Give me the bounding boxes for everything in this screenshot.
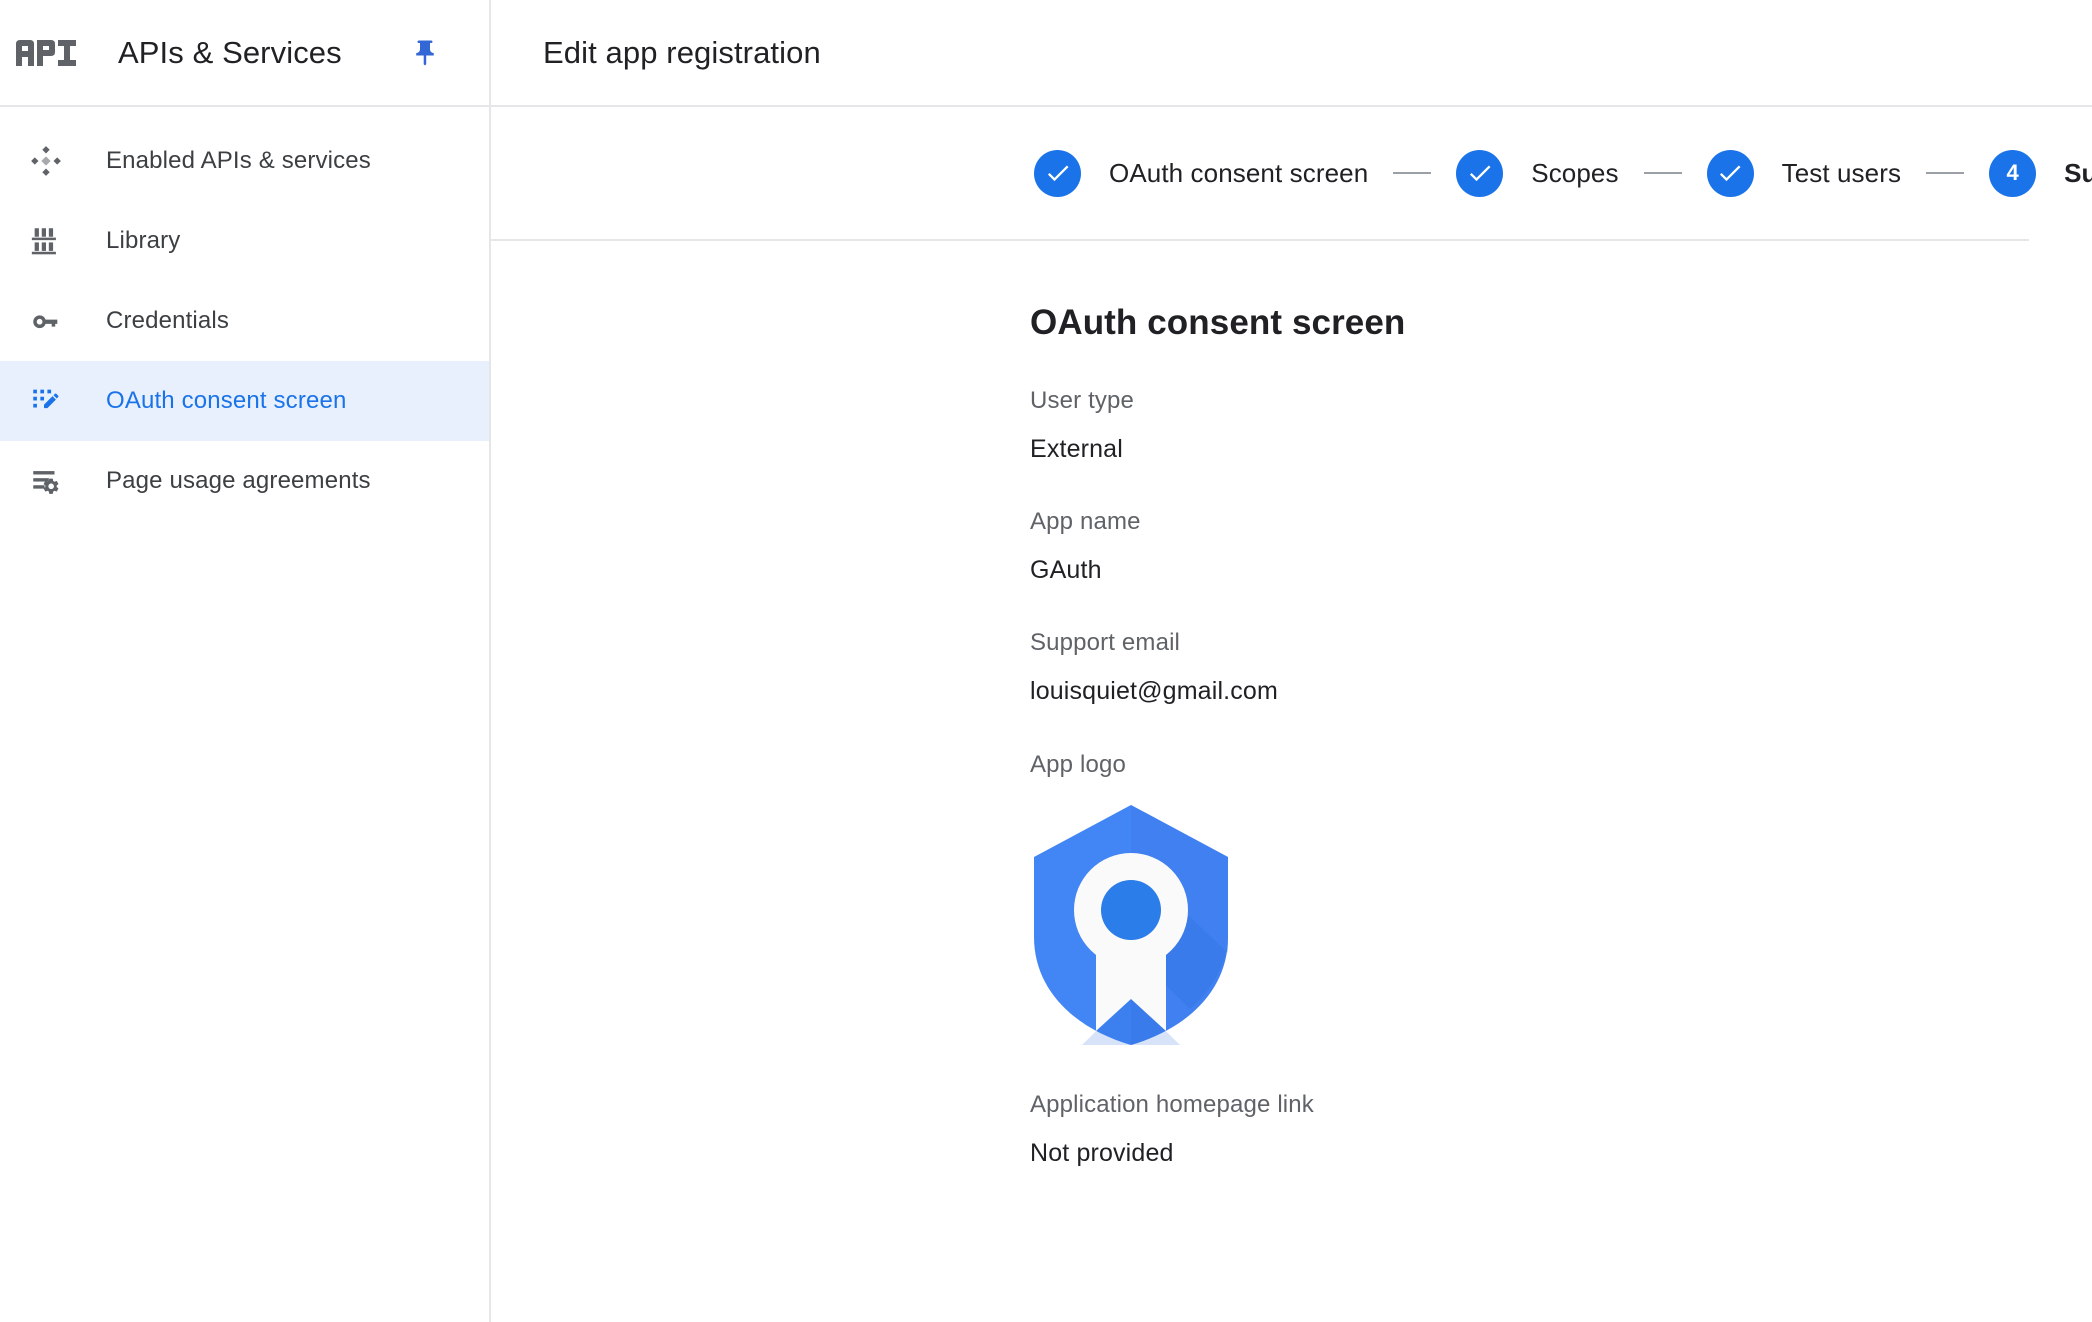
stepper-step-label: OAuth consent screen [1109, 157, 1369, 188]
field-application-homepage-link: Application homepage link Not provided [1030, 1091, 2092, 1168]
sidebar-nav: Enabled APIs & services Library Credenti… [0, 107, 489, 521]
pin-icon[interactable] [403, 31, 447, 75]
stepper-step-label: Test users [1781, 157, 1902, 188]
field-support-email: Support email louisquiet@gmail.com [1030, 629, 2092, 706]
field-label: Application homepage link [1030, 1091, 1314, 1118]
field-value: Not provided [1030, 1139, 1174, 1167]
stepper-step-label: Summary [2064, 157, 2092, 188]
stepper-step-summary[interactable]: 4 Summary [1989, 149, 2092, 197]
sidebar-item-label: Enabled APIs & services [106, 147, 371, 174]
sidebar-item-oauth-consent-screen[interactable]: OAuth consent screen [0, 361, 489, 441]
library-shelf-icon [24, 219, 68, 263]
field-label: App logo [1030, 751, 1126, 778]
step-complete-check-icon [1456, 149, 1504, 197]
field-app-name: App name GAuth [1030, 508, 2092, 585]
api-logo-icon [14, 30, 78, 76]
stepper-step-scopes[interactable]: Scopes [1456, 149, 1619, 197]
summary-content: OAuth consent screen EDIT User type Exte… [491, 241, 2092, 1168]
sidebar-item-label: Library [106, 227, 181, 254]
list-settings-icon [24, 459, 68, 503]
dashboard-diamond-icon [24, 139, 68, 183]
sidebar-header: APIs & Services [0, 0, 489, 107]
stepper-connector [1643, 172, 1682, 174]
stepper-connector [1926, 172, 1965, 174]
field-label: User type [1030, 387, 1135, 414]
field-value: GAuth [1030, 556, 1102, 584]
consent-screen-edit-icon [24, 379, 68, 423]
stepper-step-oauth-consent-screen[interactable]: OAuth consent screen [1034, 149, 1369, 197]
field-app-logo: App logo [1030, 751, 2092, 1049]
section-header: OAuth consent screen EDIT [1030, 303, 2092, 343]
app-root: APIs & Services Enabled APIs & services … [0, 0, 2092, 1322]
main-panel: Edit app registration OAuth consent scre… [491, 0, 2092, 1322]
wizard-stepper: OAuth consent screen Scopes Test users 4… [491, 107, 2092, 239]
field-value: louisquiet@gmail.com [1030, 677, 1278, 705]
sidebar: APIs & Services Enabled APIs & services … [0, 0, 491, 1322]
sidebar-title: APIs & Services [118, 34, 342, 70]
stepper-step-test-users[interactable]: Test users [1706, 149, 1902, 197]
sidebar-item-page-usage-agreements[interactable]: Page usage agreements [0, 441, 489, 521]
main-header: Edit app registration [491, 0, 2092, 107]
field-label: Support email [1030, 629, 1181, 656]
section-title: OAuth consent screen [1030, 303, 1406, 342]
page-title: Edit app registration [543, 34, 821, 70]
field-value: External [1030, 435, 1123, 463]
field-label: App name [1030, 508, 1141, 535]
stepper-step-label: Scopes [1531, 157, 1619, 188]
key-icon [24, 299, 68, 343]
sidebar-item-credentials[interactable]: Credentials [0, 281, 489, 361]
sidebar-item-label: Credentials [106, 307, 230, 334]
sidebar-item-enabled-apis[interactable]: Enabled APIs & services [0, 121, 489, 201]
sidebar-item-label: OAuth consent screen [106, 387, 347, 414]
sidebar-item-label: Page usage agreements [106, 467, 371, 494]
field-user-type: User type External [1030, 387, 2092, 464]
shield-award-logo-icon [1034, 805, 1228, 1045]
sidebar-item-library[interactable]: Library [0, 201, 489, 281]
step-complete-check-icon [1706, 149, 1754, 197]
step-number-badge: 4 [1989, 149, 2037, 197]
stepper-connector [1393, 172, 1432, 174]
step-complete-check-icon [1034, 149, 1081, 197]
app-logo-preview [1030, 801, 1232, 1049]
